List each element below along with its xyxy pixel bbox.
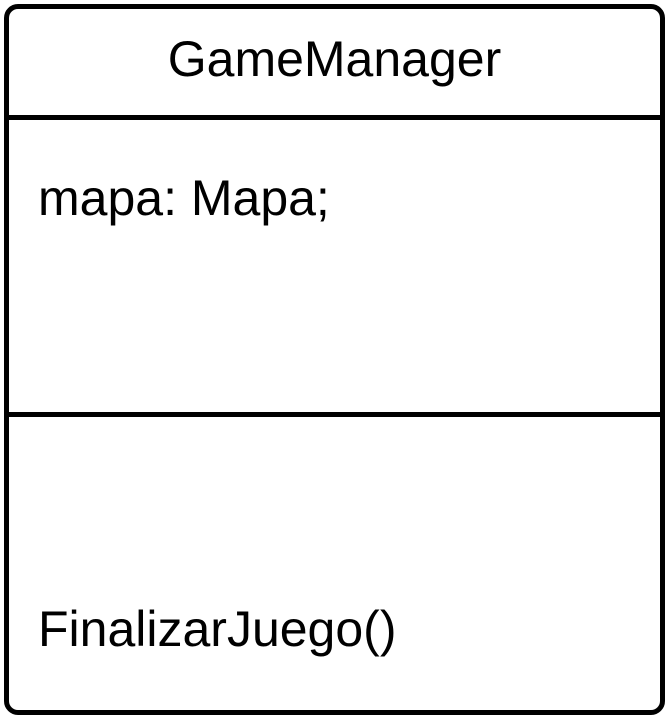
uml-class-box: GameManager mapa: Mapa; FinalizarJuego() [4,4,665,715]
methods-compartment: FinalizarJuego() [9,417,660,710]
attributes-compartment: mapa: Mapa; [9,120,660,417]
attribute-item: mapa: Mapa; [38,170,330,226]
class-name: GameManager [167,31,502,87]
class-header: GameManager [9,9,660,120]
method-item: FinalizarJuego() [38,601,397,657]
